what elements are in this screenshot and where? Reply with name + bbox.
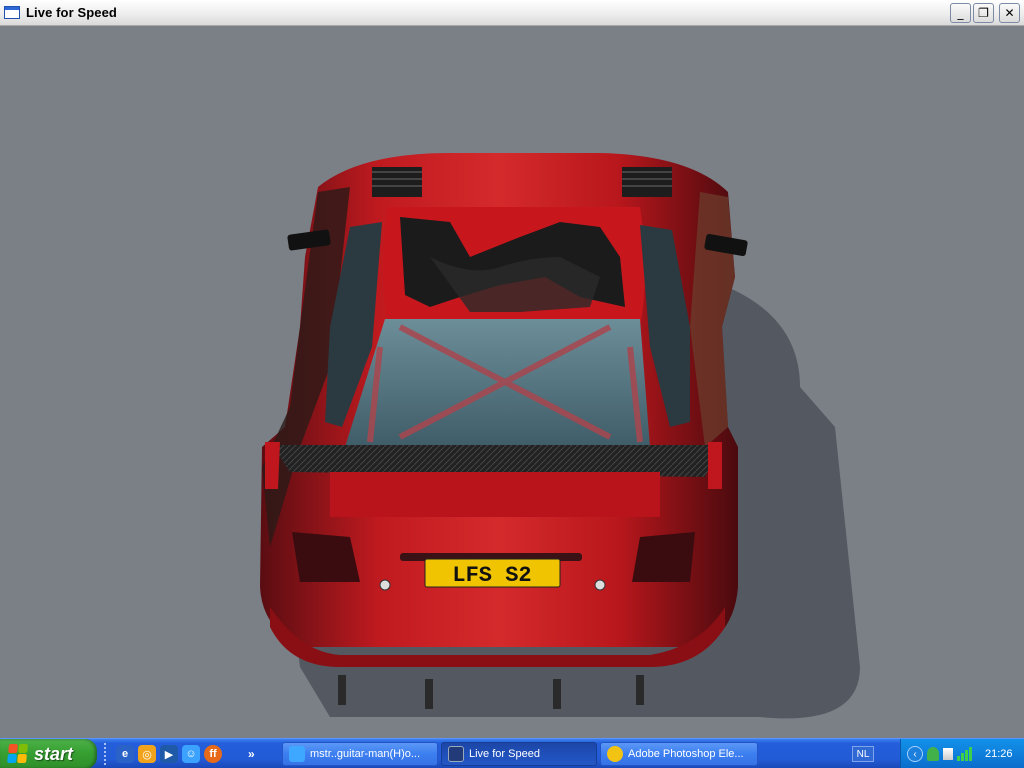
task-button-label: Adobe Photoshop Ele... xyxy=(628,748,744,760)
show-hidden-icons-button[interactable]: ‹ xyxy=(907,746,923,762)
left-taillight xyxy=(292,532,360,582)
media-player-icon[interactable]: ▶ xyxy=(160,745,178,763)
outlook-express-icon[interactable]: ◎ xyxy=(138,745,156,763)
minimize-button[interactable]: _ xyxy=(950,3,971,23)
window-app-icon[interactable] xyxy=(4,6,20,19)
lfs-icon xyxy=(448,746,464,762)
right-taillight xyxy=(632,532,695,582)
quick-launch-more-button[interactable]: » xyxy=(248,747,255,761)
system-tray: ‹ 21:26 xyxy=(900,739,1024,768)
photoshop-elements-icon xyxy=(607,746,623,762)
license-plate-text: LFS S2 xyxy=(452,563,531,588)
close-button[interactable]: ✕ xyxy=(999,3,1020,23)
task-button-photoshop-elements[interactable]: Adobe Photoshop Ele... xyxy=(600,742,758,766)
task-button-label: Live for Speed xyxy=(469,748,540,760)
game-viewport[interactable]: LFS S2 xyxy=(0,27,1024,738)
windows-logo-icon xyxy=(7,744,29,764)
language-indicator[interactable]: NL xyxy=(852,746,874,762)
internet-explorer-icon[interactable]: e xyxy=(116,745,134,763)
maximize-button[interactable]: ❐ xyxy=(973,3,994,23)
messenger-icon xyxy=(289,746,305,762)
quick-launch-bar: e ◎ ▶ ☺ ff » xyxy=(104,743,255,765)
firefox-icon[interactable]: ff xyxy=(204,745,222,763)
toolbar-grip[interactable] xyxy=(104,743,108,765)
window-title: Live for Speed xyxy=(26,5,117,20)
messenger-icon[interactable]: ☺ xyxy=(182,745,200,763)
clock[interactable]: 21:26 xyxy=(985,748,1013,760)
car-rendering: LFS S2 xyxy=(260,153,860,719)
window-controls: _ ❐ ✕ xyxy=(950,3,1020,23)
start-button[interactable]: start xyxy=(0,739,97,768)
messenger-status-icon[interactable] xyxy=(927,747,939,761)
window-titlebar[interactable]: Live for Speed _ ❐ ✕ xyxy=(0,0,1024,26)
taskbar: start e ◎ ▶ ☺ ff » mstr..guitar-man(H)o.… xyxy=(0,738,1024,768)
task-button-messenger[interactable]: mstr..guitar-man(H)o... xyxy=(282,742,438,766)
start-label: start xyxy=(34,743,74,764)
task-button-label: mstr..guitar-man(H)o... xyxy=(310,748,421,760)
network-signal-icon[interactable] xyxy=(957,747,973,761)
volume-icon[interactable] xyxy=(943,748,953,760)
task-button-live-for-speed[interactable]: Live for Speed xyxy=(441,742,597,766)
